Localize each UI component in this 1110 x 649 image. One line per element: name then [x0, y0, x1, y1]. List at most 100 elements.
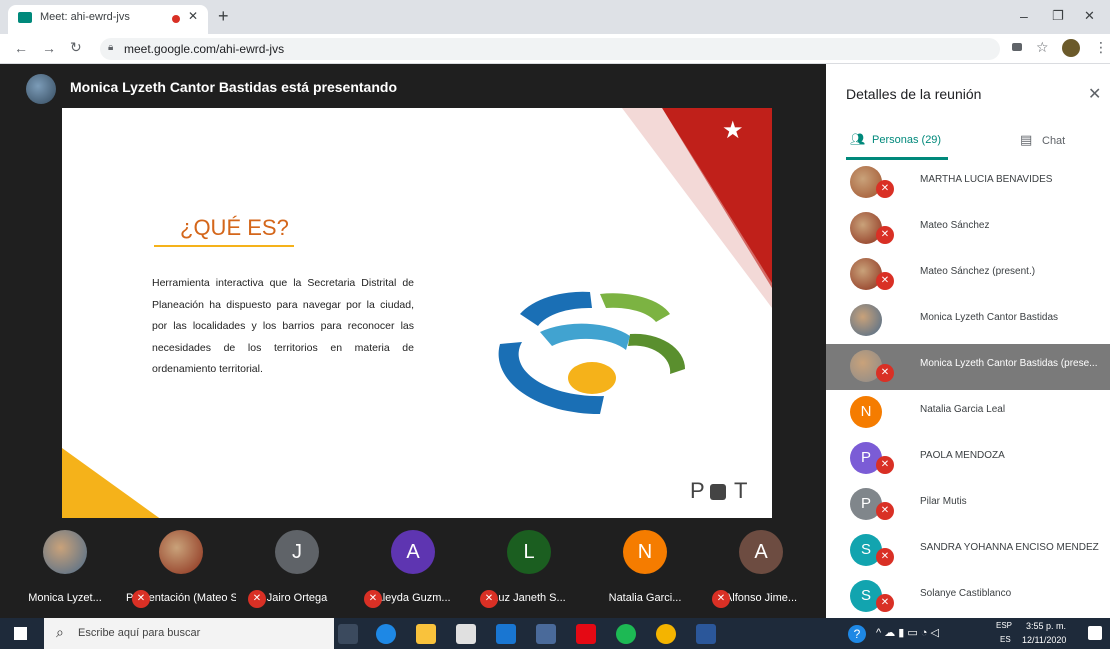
mic-off-icon: ✕ [364, 590, 382, 608]
mic-off-icon: ✕ [876, 548, 894, 566]
participant-tile[interactable]: J Jairo Ortega ✕ [242, 518, 352, 618]
participant-name: Mateo Sánchez (present.) [920, 266, 1036, 277]
tab-people[interactable]: 👥︎ Personas (29) [846, 130, 948, 160]
panel-close-icon[interactable]: ✕ [1088, 84, 1101, 104]
dropbox-icon[interactable] [536, 624, 556, 644]
participant-tile[interactable]: A Alfonso Jime... ✕ [706, 518, 816, 618]
tab-title: Meet: ahi-ewrd-jvs [40, 11, 130, 23]
participant-tile[interactable]: Monica Lyzet...✕ [10, 518, 120, 618]
participant-name: Pilar Mutis [920, 496, 967, 507]
sdp-logo-icon [498, 291, 686, 415]
file-explorer-icon[interactable] [416, 624, 436, 644]
participant-name: Natalia Garcia Leal [920, 404, 1006, 415]
participant-tile[interactable]: L Luz Janeth S... ✕ [474, 518, 584, 618]
slide: ★ ¿QUÉ ES? Herramienta interactiva que l… [62, 108, 772, 520]
netflix-icon[interactable] [576, 624, 596, 644]
browser-tab-bar: Meet: ahi-ewrd-jvs ✕ + – ❐ ✕ [0, 0, 1110, 34]
presenter-banner: Monica Lyzeth Cantor Bastidas está prese… [70, 79, 397, 95]
participant-avatar: N [623, 530, 667, 574]
participant-avatar: J [275, 530, 319, 574]
task-view-icon[interactable] [338, 624, 358, 644]
mic-off-icon: ✕ [876, 594, 894, 612]
chat-icon: ▤ [1020, 132, 1033, 147]
url-text: meet.google.com/ahi-ewrd-jvs [124, 42, 285, 56]
profile-avatar[interactable] [1062, 39, 1080, 57]
mail-icon[interactable] [496, 624, 516, 644]
tray-icons[interactable]: ^ ☁ ▮ ▭ ◔ ◁ [876, 626, 939, 639]
participant-tile[interactable]: NNatalia Garci...✕ [590, 518, 700, 618]
clock-time[interactable]: 3:55 p. m. [1026, 621, 1066, 631]
mic-off-icon: ✕ [712, 590, 730, 608]
tab-close-icon[interactable]: ✕ [188, 9, 198, 23]
windows-start-icon[interactable] [14, 627, 27, 640]
participant-name: Monica Lyzet... [28, 592, 102, 604]
camera-icon[interactable] [1012, 43, 1022, 51]
pot-logo-left: P [690, 478, 705, 503]
pot-logo-right: T [734, 478, 748, 503]
participant-row[interactable]: ✕ Mateo Sánchez (present.) [826, 252, 1110, 298]
tab-chat-label: Chat [1042, 135, 1066, 147]
url-field[interactable]: 🔒︎ meet.google.com/ahi-ewrd-jvs [100, 38, 1000, 60]
reload-icon[interactable]: ↻ [70, 39, 82, 56]
participant-avatar [159, 530, 203, 574]
language-top[interactable]: ESP [996, 621, 1012, 630]
participant-name: Monica Lyzeth Cantor Bastidas (prese... [920, 358, 1098, 369]
mic-off-icon: ✕ [876, 456, 894, 474]
participant-row[interactable]: S ✕ SANDRA YOHANNA ENCISO MENDEZ [826, 528, 1110, 574]
new-tab-button[interactable]: + [218, 6, 229, 27]
star-icon[interactable]: ☆ [1036, 39, 1049, 56]
language-bottom[interactable]: ES [1000, 635, 1011, 644]
participant-avatar [850, 304, 882, 336]
chrome-icon[interactable] [656, 624, 676, 644]
search-icon: ⌕ [56, 624, 64, 640]
participant-row[interactable]: P ✕ PAOLA MENDOZA [826, 436, 1110, 482]
word-icon[interactable] [696, 624, 716, 644]
mic-off-icon: ✕ [876, 180, 894, 198]
browser-menu-icon[interactable]: ⋮ [1094, 39, 1108, 56]
participant-name: Solanye Castiblanco [920, 588, 1012, 599]
back-icon[interactable]: ← [14, 40, 28, 56]
clock-date[interactable]: 12/11/2020 [1022, 635, 1066, 645]
participant-row[interactable]: N✕Natalia Garcia Leal [826, 390, 1110, 436]
spotify-icon[interactable] [616, 624, 636, 644]
participant-name: PAOLA MENDOZA [920, 450, 1005, 461]
participant-name: Mateo Sánchez [920, 220, 990, 231]
mic-off-icon: ✕ [480, 590, 498, 608]
participant-avatar: A [739, 530, 783, 574]
forward-icon[interactable]: → [42, 40, 56, 56]
address-bar: ← → ↻ 🔒︎ meet.google.com/ahi-ewrd-jvs ☆ … [0, 34, 1110, 64]
edge-icon[interactable] [376, 624, 396, 644]
mic-off-icon: ✕ [876, 272, 894, 290]
meeting-details-panel: Detalles de la reunión ✕ 👥︎ Personas (29… [826, 64, 1110, 618]
participant-name: Natalia Garci... [608, 592, 682, 604]
participant-row[interactable]: ✕Monica Lyzeth Cantor Bastidas [826, 298, 1110, 344]
participant-row[interactable]: ✕ MARTHA LUCIA BENAVIDES [826, 160, 1110, 206]
taskbar-search-box[interactable]: ⌕ Escribe aquí para buscar [44, 618, 334, 649]
participant-tile[interactable]: A Aleyda Guzm... ✕ [358, 518, 468, 618]
participant-tile[interactable]: Presentación (Mateo Sánc...✕ [126, 518, 236, 618]
participant-avatar: N [850, 396, 882, 428]
help-icon[interactable]: ? [848, 625, 866, 643]
maximize-button[interactable]: ❐ [1052, 8, 1064, 24]
participant-list: ✕ MARTHA LUCIA BENAVIDES ✕ Mateo Sánchez ✕ Ma… [826, 160, 1110, 618]
tab-chat[interactable]: ▤ Chat [1016, 130, 1096, 160]
brand-star-logo-icon: ★ [722, 117, 744, 144]
browser-tab[interactable]: Meet: ahi-ewrd-jvs ✕ [8, 5, 208, 34]
presenter-avatar [26, 74, 56, 104]
participant-row[interactable]: ✕ Mateo Sánchez [826, 206, 1110, 252]
minimize-button[interactable]: – [1020, 8, 1028, 24]
taskbar-search-placeholder: Escribe aquí para buscar [78, 627, 201, 639]
store-icon[interactable] [456, 624, 476, 644]
notifications-icon[interactable] [1088, 626, 1102, 640]
heading-underline [154, 245, 294, 247]
mic-off-icon: ✕ [876, 502, 894, 520]
participant-avatar: L [507, 530, 551, 574]
slide-heading: ¿QUÉ ES? [180, 215, 289, 240]
participant-row[interactable]: ✕ Monica Lyzeth Cantor Bastidas (prese... [826, 344, 1110, 390]
slide-body-text: Herramienta interactiva que la Secretari… [152, 277, 414, 375]
participant-row[interactable]: P ✕ Pilar Mutis [826, 482, 1110, 528]
close-window-button[interactable]: ✕ [1084, 8, 1095, 24]
participant-row[interactable]: S ✕ Solanye Castiblanco [826, 574, 1110, 618]
participant-avatar [43, 530, 87, 574]
participant-name: SANDRA YOHANNA ENCISO MENDEZ [920, 542, 1099, 553]
